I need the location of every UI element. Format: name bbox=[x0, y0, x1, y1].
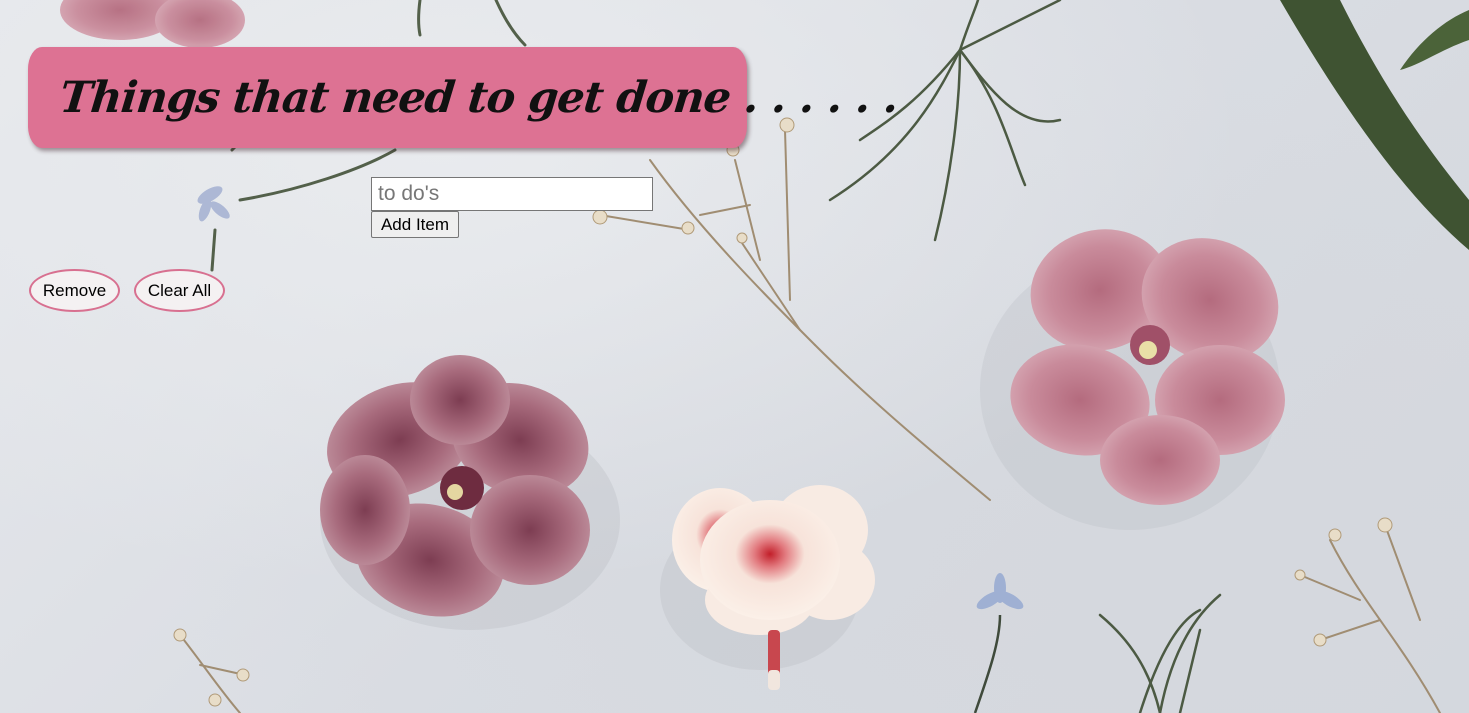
todo-input[interactable] bbox=[371, 177, 653, 211]
remove-button[interactable]: Remove bbox=[29, 269, 120, 312]
clear-all-button[interactable]: Clear All bbox=[134, 269, 225, 312]
add-item-button[interactable]: Add Item bbox=[371, 211, 459, 238]
title-banner: Things that need to get done . . . . . . bbox=[28, 47, 900, 148]
page-title: Things that need to get done . . . . . . bbox=[57, 72, 901, 123]
